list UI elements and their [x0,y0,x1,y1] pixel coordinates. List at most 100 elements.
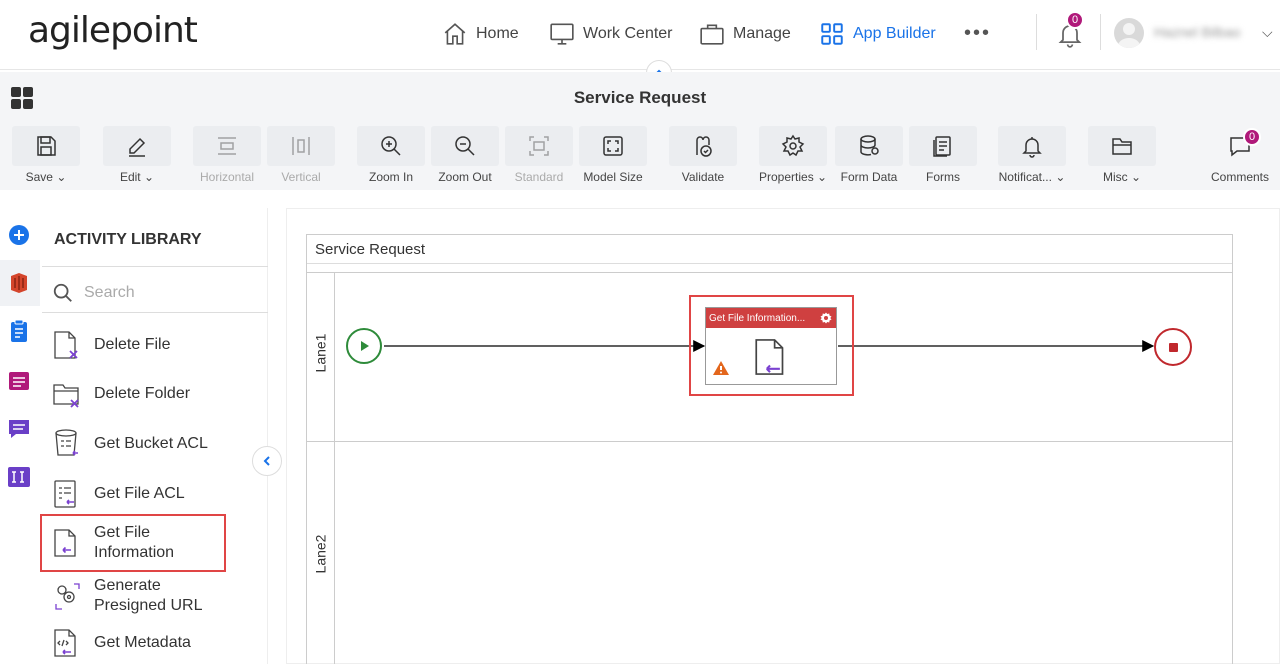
play-icon [361,341,369,351]
delete-folder-icon [53,384,79,408]
user-icon [1118,23,1140,48]
library-item-delete-file[interactable]: Delete File [52,329,262,361]
comments-label: Comments [1210,170,1269,184]
divider [1036,14,1037,50]
text-field-icon[interactable] [6,464,32,490]
vertical-button[interactable]: Vertical [267,126,335,184]
clipboard-icon[interactable] [6,318,32,344]
collapse-library-button[interactable] [252,446,282,476]
nav-home[interactable]: Home [442,18,519,50]
vertical-layout-icon [292,137,310,155]
divider [42,312,268,313]
save-button[interactable]: Save ⌄ [12,126,80,184]
misc-button[interactable]: Misc ⌄ [1088,126,1156,184]
zoom-in-button[interactable]: Zoom In [357,126,425,184]
fit-to-screen-icon [603,136,623,156]
properties-button[interactable]: Properties ⌄ [759,126,827,184]
zoom-out-button[interactable]: Zoom Out [431,126,499,184]
library-item-label-line: Get File [94,524,151,541]
home-icon [444,23,466,45]
activity-library-title: ACTIVITY LIBRARY [54,231,202,248]
edit-button[interactable]: Edit ⌄ [103,126,171,184]
nav-work-center[interactable]: Work Center [549,18,673,50]
horizontal-label: Horizontal [199,170,255,184]
validate-button[interactable]: Validate [669,126,737,184]
forms-button[interactable]: Forms [909,126,977,184]
horizontal-layout-icon [218,137,236,155]
more-options-icon[interactable]: ••• [964,22,991,45]
divider [42,266,268,267]
library-search-input[interactable]: Search [52,278,262,308]
agilepoint-logo[interactable]: agilepoint [28,10,198,51]
add-icon[interactable] [6,222,32,248]
get-file-information-icon [54,529,76,557]
activity-library-panel: ACTIVITY LIBRARY Search Delete File Dele… [40,208,268,664]
chat-icon[interactable] [6,416,32,442]
nav-app-builder-label: App Builder [853,25,936,42]
library-item-get-file-acl[interactable]: Get File ACL [52,478,262,510]
lane-divider [307,441,1232,442]
forms-icon [933,136,951,157]
search-placeholder: Search [84,284,135,301]
library-item-get-bucket-acl[interactable]: Get Bucket ACL [52,428,262,460]
nav-home-label: Home [476,25,519,42]
standard-label: Standard [514,170,564,184]
vertical-label: Vertical [281,170,321,184]
nav-manage[interactable]: Manage [699,18,791,50]
grid-icon [821,23,843,45]
chevron-down-icon[interactable]: ⌵ [1262,24,1273,41]
library-item-label: Get Bucket ACL [94,435,208,452]
pool-header-divider [307,263,1232,273]
form-data-button[interactable]: Form Data [835,126,903,184]
zoom-in-icon [381,136,401,156]
library-item-get-file-information[interactable]: Get File Information [40,514,226,572]
lane-header-2[interactable]: Lane2 [307,442,335,664]
properties-label: Properties [759,170,814,184]
bell-icon [1022,137,1042,158]
pool-title: Service Request [315,241,426,258]
nav-app-builder[interactable]: App Builder [819,18,936,50]
activity-title: Get File Information... [709,312,806,324]
top-navigation-bar: agilepoint Home Work Center Manage App B… [0,0,1280,70]
aws-s3-icon[interactable] [6,270,32,296]
library-item-generate-presigned-url[interactable]: Generate Presigned URL [52,576,262,616]
gear-icon[interactable] [820,312,832,324]
save-icon [37,136,56,156]
search-icon [53,283,72,302]
file-acl-icon [54,480,76,508]
standard-size-icon [529,136,549,156]
library-item-label-line: Presigned URL [94,597,203,614]
end-event[interactable] [1154,328,1192,366]
horizontal-button[interactable]: Horizontal [193,126,261,184]
activity-header: Get File Information... [706,308,836,328]
model-size-label: Model Size [583,170,643,184]
document-list-icon[interactable] [6,368,32,394]
nav-work-center-label: Work Center [583,25,673,42]
lane-label-1: Lane1 [312,333,329,373]
library-item-label-line: Information [94,544,175,561]
page-title: Service Request [573,88,707,107]
database-icon [860,135,879,156]
model-size-button[interactable]: Model Size [579,126,647,184]
lane-header-1[interactable]: Lane1 [307,273,335,441]
zoom-out-icon [455,136,475,156]
designer-toolbar: Save ⌄ Edit ⌄ Horizontal Vertical Zoom I… [0,118,1280,190]
comments-button[interactable]: Comments [1206,126,1274,184]
validate-icon [696,136,712,157]
pencil-icon [129,137,146,157]
standard-button[interactable]: Standard [505,126,573,184]
start-event[interactable] [346,328,382,364]
library-item-delete-folder[interactable]: Delete Folder [52,378,262,410]
notification-count-badge: 0 [1066,11,1084,29]
stop-icon [1168,342,1178,352]
library-item-label: Delete Folder [94,385,191,402]
get-file-information-activity[interactable]: Get File Information... [705,307,837,385]
user-avatar[interactable] [1114,18,1144,48]
library-item-get-metadata[interactable]: Get Metadata [52,627,262,659]
notifications-button[interactable]: Notificat... ⌄ [998,126,1066,184]
library-item-label: Delete File [94,336,171,353]
misc-label: Misc [1102,170,1128,184]
warning-icon[interactable] [712,360,730,376]
bucket-acl-icon [55,429,78,456]
user-name[interactable]: Haznel Bilbao [1154,24,1240,40]
